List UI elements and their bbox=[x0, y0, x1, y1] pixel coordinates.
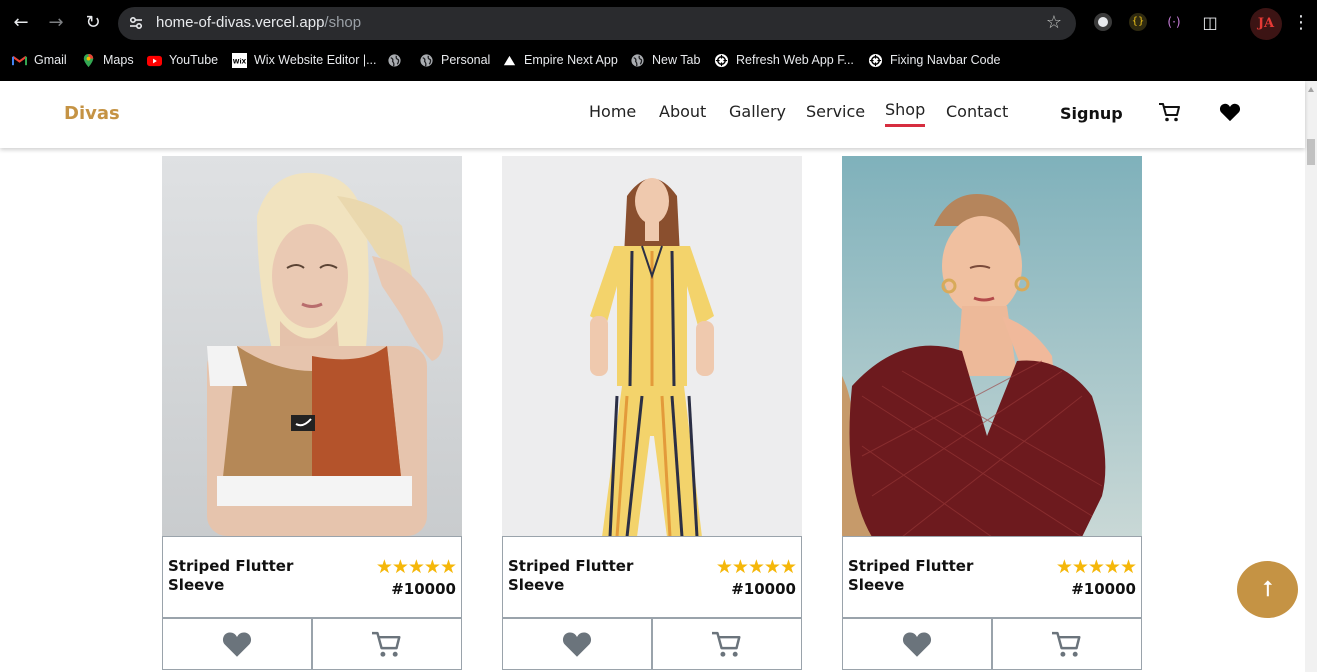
add-to-cart-button[interactable] bbox=[652, 618, 802, 670]
heart-icon bbox=[222, 632, 252, 657]
page-scrollbar[interactable] bbox=[1305, 81, 1317, 672]
url-path: /shop bbox=[324, 14, 362, 31]
site-info-icon[interactable] bbox=[128, 15, 144, 31]
bookmark-refresh-web-app[interactable]: Refresh Web App F... bbox=[714, 48, 854, 72]
cart-icon[interactable] bbox=[1158, 101, 1182, 123]
puzzle-extensions-icon[interactable]: ◫ bbox=[1197, 10, 1223, 36]
youtube-icon bbox=[147, 55, 162, 66]
product-image[interactable] bbox=[162, 156, 462, 537]
bookmark-globe[interactable] bbox=[387, 48, 402, 72]
url-host: home-of-divas.vercel.app bbox=[156, 14, 325, 31]
bookmark-label: YouTube bbox=[169, 53, 219, 67]
cart-icon bbox=[712, 631, 741, 657]
chatgpt-icon bbox=[714, 53, 729, 67]
bookmark-label: Empire Next App bbox=[524, 53, 618, 67]
bookmark-maps[interactable]: Maps bbox=[81, 48, 134, 72]
product-price: #10000 bbox=[391, 580, 456, 598]
add-to-wishlist-button[interactable] bbox=[162, 618, 312, 670]
nav-contact[interactable]: Contact bbox=[946, 102, 1008, 121]
bookmark-new-tab[interactable]: New Tab bbox=[630, 48, 700, 72]
json-extension-icon[interactable]: {} bbox=[1129, 13, 1147, 31]
back-to-top-button[interactable]: ⭡ bbox=[1237, 561, 1298, 618]
broadcast-extension-icon[interactable]: (·) bbox=[1165, 13, 1183, 31]
bookmark-personal[interactable]: Personal bbox=[419, 48, 490, 72]
rating-stars-icon: ★★★★★ bbox=[375, 556, 457, 578]
bookmark-wix[interactable]: WiX Wix Website Editor |... bbox=[232, 48, 377, 72]
add-to-cart-button[interactable] bbox=[992, 618, 1142, 670]
reload-icon[interactable]: ↻ bbox=[80, 10, 106, 36]
chatgpt-icon bbox=[868, 53, 883, 67]
site-logo[interactable]: Divas bbox=[64, 103, 120, 124]
bookmark-label: Personal bbox=[441, 53, 491, 67]
gmail-icon bbox=[12, 55, 27, 65]
product-info: Striped Flutter Sleeve ★★★★★ #10000 bbox=[502, 536, 802, 618]
nav-service[interactable]: Service bbox=[806, 102, 865, 121]
rating-stars-icon: ★★★★★ bbox=[1055, 556, 1137, 578]
forward-arrow-icon[interactable]: → bbox=[43, 10, 69, 36]
product-info: Striped Flutter Sleeve ★★★★★ #10000 bbox=[842, 536, 1142, 618]
scroll-up-arrow-icon[interactable] bbox=[1308, 87, 1314, 92]
nav-shop[interactable]: Shop bbox=[885, 100, 926, 127]
scroll-thumb[interactable] bbox=[1307, 139, 1315, 165]
product-image[interactable] bbox=[502, 156, 802, 537]
menu-kebab-icon[interactable]: ⋮ bbox=[1292, 12, 1310, 33]
url-text[interactable]: home-of-divas.vercel.app/shop bbox=[156, 14, 361, 31]
product-image[interactable] bbox=[842, 156, 1142, 537]
nav-about[interactable]: About bbox=[659, 102, 706, 121]
add-to-cart-button[interactable] bbox=[312, 618, 462, 670]
bookmark-empire-next-app[interactable]: Empire Next App bbox=[502, 48, 618, 72]
rating-stars-icon: ★★★★★ bbox=[715, 556, 797, 578]
globe-icon bbox=[388, 53, 401, 67]
maps-icon bbox=[83, 53, 94, 67]
add-to-wishlist-button[interactable] bbox=[842, 618, 992, 670]
bookmark-fixing-navbar-code[interactable]: Fixing Navbar Code bbox=[868, 48, 1000, 72]
add-to-wishlist-button[interactable] bbox=[502, 618, 652, 670]
globe-icon bbox=[631, 53, 644, 67]
heart-icon bbox=[562, 632, 592, 657]
cart-icon bbox=[372, 631, 401, 657]
product-name[interactable]: Striped Flutter Sleeve bbox=[848, 557, 998, 595]
signup-button[interactable]: Signup bbox=[1060, 104, 1123, 123]
product-info: Striped Flutter Sleeve ★★★★★ #10000 bbox=[162, 536, 462, 618]
bookmark-star-icon[interactable]: ☆ bbox=[1046, 12, 1062, 33]
extension-icon[interactable] bbox=[1094, 13, 1112, 31]
svg-text:WiX: WiX bbox=[233, 58, 247, 65]
arrow-up-icon: ⭡ bbox=[1262, 577, 1273, 602]
bookmark-label: New Tab bbox=[652, 53, 701, 67]
browser-chrome: ← → ↻ home-of-divas.vercel.app/shop ☆ {}… bbox=[0, 0, 1317, 81]
product-price: #10000 bbox=[1071, 580, 1136, 598]
site-header: Divas Home About Gallery Service Shop Co… bbox=[0, 81, 1305, 148]
bookmark-label: Fixing Navbar Code bbox=[890, 53, 1001, 67]
bookmark-label: Refresh Web App F... bbox=[736, 53, 854, 67]
profile-avatar[interactable]: JA bbox=[1250, 8, 1282, 40]
wix-icon: WiX bbox=[232, 52, 247, 68]
bookmark-label: Maps bbox=[103, 53, 134, 67]
back-arrow-icon[interactable]: ← bbox=[8, 10, 34, 36]
product-price: #10000 bbox=[731, 580, 796, 598]
triangle-icon bbox=[503, 55, 516, 65]
bookmark-label: Gmail bbox=[34, 53, 67, 67]
bookmark-gmail[interactable]: Gmail bbox=[12, 48, 67, 72]
bookmark-label: Wix Website Editor |... bbox=[254, 53, 377, 67]
bookmark-youtube[interactable]: YouTube bbox=[147, 48, 218, 72]
heart-icon[interactable] bbox=[1219, 102, 1241, 122]
globe-icon bbox=[420, 53, 433, 67]
heart-icon bbox=[902, 632, 932, 657]
product-name[interactable]: Striped Flutter Sleeve bbox=[508, 557, 658, 595]
nav-gallery[interactable]: Gallery bbox=[729, 102, 786, 121]
product-name[interactable]: Striped Flutter Sleeve bbox=[168, 557, 318, 595]
bookmarks-bar: Gmail Maps YouTube WiX Wix Website Edito… bbox=[0, 48, 1317, 72]
cart-icon bbox=[1052, 631, 1081, 657]
address-bar[interactable]: home-of-divas.vercel.app/shop ☆ bbox=[118, 7, 1076, 40]
nav-home[interactable]: Home bbox=[589, 102, 636, 121]
